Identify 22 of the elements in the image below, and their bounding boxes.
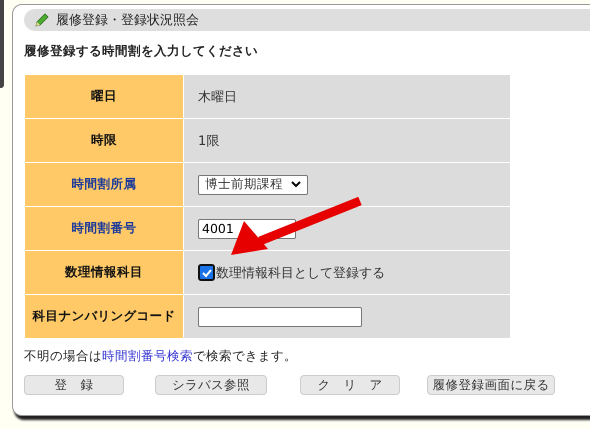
pencil-icon: [34, 12, 50, 28]
field-value: 1限: [198, 134, 220, 148]
input-field[interactable]: [198, 306, 362, 326]
form-button[interactable]: 履修登録画面に戻る: [427, 375, 555, 395]
field-value: 木曜日: [198, 90, 237, 104]
form-button[interactable]: 登 録: [24, 375, 124, 395]
form-button[interactable]: シラバス参照: [155, 375, 267, 395]
field-label: 科目ナンバリングコード: [24, 294, 184, 338]
instruction-text: 履修登録する時間割を入力してください: [24, 43, 259, 60]
dropdown[interactable]: 博士前期課程: [198, 174, 308, 194]
header-title: 履修登録・登録状況照会: [56, 12, 199, 29]
note-text: 不明の場合は時間割番号検索で検索できます。: [24, 348, 298, 365]
field-label: 曜日: [24, 74, 184, 118]
field-label[interactable]: 時間割番号: [24, 206, 184, 250]
field-label: 時限: [24, 118, 184, 162]
form-button[interactable]: ク リ ア: [300, 375, 400, 395]
field-label: 数理情報科目: [24, 250, 184, 294]
checkmark-icon: [200, 266, 212, 278]
checkbox[interactable]: [198, 264, 215, 281]
search-link[interactable]: 時間割番号検索: [102, 348, 193, 363]
chevron-icon: [291, 181, 301, 188]
field-label[interactable]: 時間割所属: [24, 162, 184, 206]
